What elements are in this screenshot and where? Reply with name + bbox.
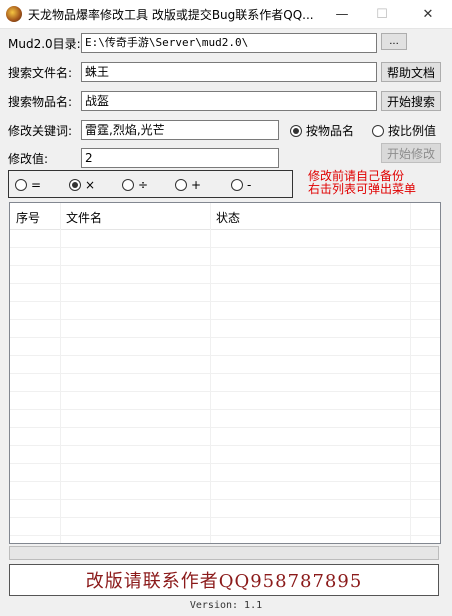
row-grid-line	[10, 265, 440, 266]
row-grid-line	[10, 409, 440, 410]
row-grid-line	[10, 481, 440, 482]
radio-empty-icon	[372, 124, 384, 137]
start-search-button[interactable]: 开始搜索	[381, 91, 441, 111]
app-icon	[6, 6, 22, 22]
search-item-input[interactable]: 战盔	[81, 91, 377, 111]
by-name-label: 按物品名	[306, 124, 355, 138]
row-grid-line	[10, 355, 440, 356]
keyword-label: 修改关键词:	[8, 124, 73, 138]
row-grid-line	[10, 319, 440, 320]
close-button[interactable]: ✕	[406, 0, 450, 28]
minimize-button[interactable]: —	[320, 0, 364, 28]
result-list[interactable]: 序号 文件名 状态	[9, 202, 441, 544]
row-grid-line	[10, 517, 440, 518]
warning-text: 修改前请自己备份 右击列表可弹出菜单	[308, 170, 416, 196]
radio-selected-icon	[69, 179, 81, 191]
column-header-filename[interactable]: 文件名	[66, 209, 102, 226]
op-radio-plus[interactable]: +	[175, 178, 201, 192]
start-modify-button[interactable]: 开始修改	[381, 143, 441, 163]
row-grid-line	[10, 247, 440, 248]
op-label: =	[31, 178, 42, 192]
row-grid-line	[10, 535, 440, 536]
op-radio-equals[interactable]: =	[15, 178, 41, 192]
value-input[interactable]: 2	[81, 148, 279, 168]
keyword-input[interactable]: 雷霆,烈焰,光芒	[81, 120, 279, 140]
op-radio-divide[interactable]: ÷	[122, 178, 148, 192]
contact-banner: 改版请联系作者QQ958787895	[9, 564, 439, 596]
search-item-label: 搜索物品名:	[8, 95, 73, 109]
warning-line-2: 右击列表可弹出菜单	[308, 182, 417, 196]
maximize-button[interactable]: ☐	[360, 0, 404, 28]
row-grid-line	[10, 463, 440, 464]
list-header: 序号 文件名 状态	[10, 203, 440, 230]
column-header-index[interactable]: 序号	[16, 209, 40, 226]
operator-group: = × ÷ + -	[8, 170, 293, 198]
row-grid-line	[10, 337, 440, 338]
client-area: Mud2.0目录: E:\传奇手游\Server\mud2.0\ ... 搜索文…	[0, 29, 452, 616]
op-label: +	[191, 178, 202, 192]
row-grid-line	[10, 445, 440, 446]
dir-input[interactable]: E:\传奇手游\Server\mud2.0\	[81, 33, 377, 53]
window-title: 天龙物品爆率修改工具 改版或提交Bug联系作者QQ...	[28, 8, 314, 22]
op-label: ×	[85, 178, 96, 192]
op-label: -	[247, 178, 252, 192]
search-file-input[interactable]: 蛛王	[81, 62, 377, 82]
row-grid-line	[10, 301, 440, 302]
by-name-radio[interactable]: 按物品名	[290, 122, 354, 139]
radio-empty-icon	[231, 179, 243, 191]
radio-empty-icon	[122, 179, 134, 191]
row-grid-line	[10, 373, 440, 374]
radio-empty-icon	[15, 179, 27, 191]
op-radio-multiply[interactable]: ×	[69, 178, 95, 192]
title-bar: 天龙物品爆率修改工具 改版或提交Bug联系作者QQ... — ☐ ✕	[0, 0, 452, 29]
radio-empty-icon	[175, 179, 187, 191]
by-ratio-label: 按比例值	[388, 124, 437, 138]
by-ratio-radio[interactable]: 按比例值	[372, 122, 436, 139]
dir-label: Mud2.0目录:	[8, 37, 81, 51]
help-button[interactable]: 帮助文档	[381, 62, 441, 82]
row-grid-line	[10, 391, 440, 392]
row-grid-line	[10, 283, 440, 284]
search-file-label: 搜索文件名:	[8, 66, 73, 80]
browse-button[interactable]: ...	[381, 33, 407, 50]
op-label: ÷	[138, 178, 149, 192]
op-radio-minus[interactable]: -	[231, 178, 251, 192]
version-label: Version: 1.1	[189, 600, 263, 611]
radio-selected-icon	[290, 124, 302, 137]
row-grid-line	[10, 499, 440, 500]
column-header-status[interactable]: 状态	[216, 209, 240, 226]
value-label: 修改值:	[8, 152, 49, 166]
row-grid-line	[10, 427, 440, 428]
progress-bar	[9, 546, 439, 560]
